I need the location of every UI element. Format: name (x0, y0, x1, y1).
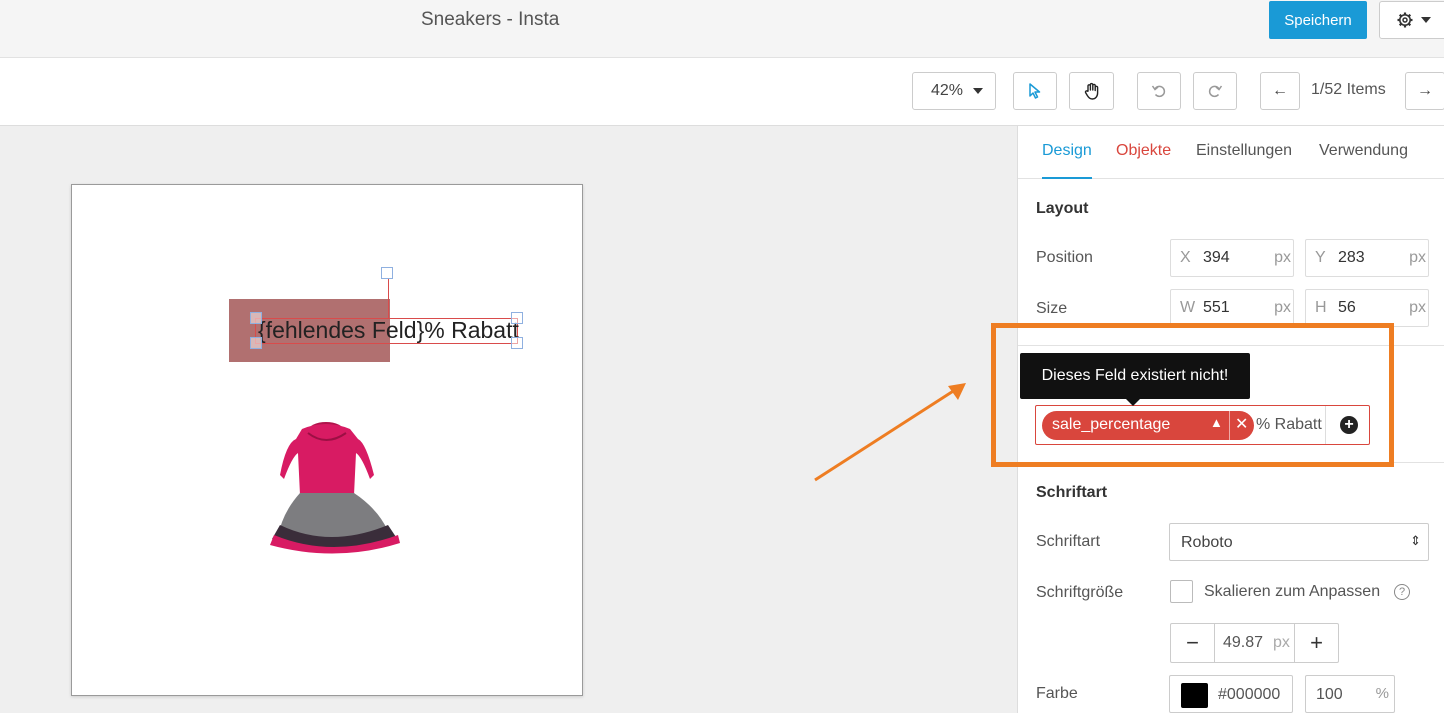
undo-icon (1151, 85, 1166, 98)
redo-button[interactable] (1193, 72, 1237, 110)
next-item-button[interactable]: → (1405, 72, 1444, 110)
settings-menu-button[interactable] (1379, 1, 1444, 39)
y-prefix: Y (1315, 249, 1326, 266)
select-tool-button[interactable] (1013, 72, 1057, 110)
select-arrows-icon: ⇕ (1410, 533, 1421, 548)
undo-button[interactable] (1137, 72, 1181, 110)
redo-icon (1208, 85, 1223, 98)
font-section-title: Schriftart (1036, 484, 1108, 501)
layout-section-title: Layout (1036, 200, 1089, 217)
font-size-unit: px (1273, 634, 1290, 651)
caret-down-icon (1421, 17, 1431, 23)
zoom-value: 42% (931, 82, 964, 99)
caret-down-icon (973, 88, 983, 94)
font-size-stepper[interactable]: − 49.87 px + (1170, 623, 1339, 663)
annotation-highlight-box (991, 323, 1394, 467)
position-label: Position (1036, 249, 1093, 266)
position-y-field[interactable]: Y 283 px (1305, 239, 1429, 277)
font-size-label: Schriftgröße (1036, 584, 1124, 601)
w-unit: px (1274, 299, 1291, 316)
top-bar: Sneakers - Insta Speichern (0, 0, 1444, 58)
scale-to-fit-checkbox[interactable] (1170, 580, 1193, 603)
panel-tabs: Design Objekte Einstellungen Verwendung (1018, 126, 1444, 179)
product-image-dress[interactable] (250, 413, 410, 558)
x-unit: px (1274, 249, 1291, 266)
hand-tool-button[interactable] (1069, 72, 1114, 110)
color-hex-value: #000000 (1218, 686, 1281, 703)
scale-to-fit-label: Skalieren zum Anpassen (1204, 583, 1381, 600)
annotation-arrow (814, 383, 966, 482)
tab-objekte[interactable]: Objekte (1116, 142, 1171, 160)
cursor-icon (1029, 83, 1041, 99)
font-family-value: Roboto (1181, 534, 1233, 551)
decrease-size-button[interactable]: − (1171, 624, 1215, 662)
opacity-value: 100 (1316, 686, 1343, 703)
h-unit: px (1409, 299, 1426, 316)
resize-handle-top-left[interactable] (250, 312, 262, 324)
artboard[interactable]: {fehlendes Feld}% Rabatt (71, 184, 583, 696)
previous-item-button[interactable]: ← (1260, 72, 1300, 110)
h-value: 56 (1338, 299, 1356, 316)
rotation-line (388, 279, 389, 319)
h-prefix: H (1315, 299, 1327, 316)
color-field[interactable]: #000000 (1169, 675, 1293, 713)
tab-design[interactable]: Design (1042, 142, 1092, 179)
y-unit: px (1409, 249, 1426, 266)
canvas-text-element[interactable]: {fehlendes Feld}% Rabatt (258, 317, 519, 344)
resize-handle-bottom-right[interactable] (511, 337, 523, 349)
tab-verwendung[interactable]: Verwendung (1319, 142, 1408, 160)
resize-handle-top-right[interactable] (511, 312, 523, 324)
gear-icon (1397, 12, 1413, 28)
color-swatch[interactable] (1181, 683, 1208, 708)
increase-size-button[interactable]: + (1294, 624, 1338, 662)
position-x-field[interactable]: X 394 px (1170, 239, 1294, 277)
opacity-unit: % (1375, 685, 1389, 702)
arrow-right-icon: → (1417, 82, 1433, 99)
document-title: Sneakers - Insta (421, 9, 560, 30)
hand-icon (1084, 82, 1098, 100)
size-w-field[interactable]: W 551 px (1170, 289, 1294, 327)
font-size-value: 49.87 (1223, 634, 1264, 651)
x-value: 394 (1203, 249, 1230, 266)
rotate-handle[interactable] (381, 267, 393, 279)
zoom-select[interactable]: 42% (912, 72, 996, 110)
opacity-field[interactable]: 100 % (1305, 675, 1395, 713)
color-label: Farbe (1036, 685, 1078, 702)
arrow-left-icon: ← (1272, 82, 1288, 99)
y-value: 283 (1338, 249, 1365, 266)
resize-handle-bottom-left[interactable] (250, 337, 262, 349)
tab-einstellungen[interactable]: Einstellungen (1196, 142, 1292, 160)
font-family-label: Schriftart (1036, 533, 1101, 550)
save-button[interactable]: Speichern (1269, 1, 1367, 39)
w-prefix: W (1180, 299, 1196, 316)
w-value: 551 (1203, 299, 1230, 316)
font-family-select[interactable]: Roboto ⇕ (1169, 523, 1429, 561)
size-h-field[interactable]: H 56 px (1305, 289, 1429, 327)
editor-toolbar: 42% ← 1/52 Items → (0, 58, 1444, 126)
help-icon[interactable]: ? (1394, 584, 1410, 600)
size-label: Size (1036, 300, 1068, 317)
items-counter: 1/52 Items (1311, 81, 1386, 98)
x-prefix: X (1180, 249, 1191, 266)
